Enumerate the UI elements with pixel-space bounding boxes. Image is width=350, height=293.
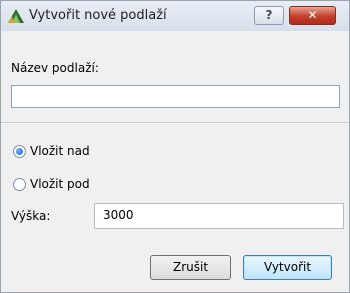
title-bar[interactable]: Vytvořit nové podlaží ? ✕ bbox=[1, 1, 349, 31]
insert-above-label[interactable]: Vložit nad bbox=[30, 144, 90, 158]
height-input[interactable]: 3000 bbox=[94, 203, 344, 229]
divider bbox=[1, 122, 349, 123]
height-label: Výška: bbox=[11, 209, 51, 223]
floor-name-label: Název podlaží: bbox=[11, 61, 99, 75]
floor-name-input[interactable] bbox=[11, 85, 340, 108]
window-title: Vytvořit nové podlaží bbox=[29, 8, 167, 23]
close-button[interactable]: ✕ bbox=[289, 6, 336, 25]
create-button[interactable]: Vytvořit bbox=[243, 255, 332, 280]
insert-below-radio[interactable] bbox=[13, 178, 26, 191]
insert-above-radio[interactable] bbox=[13, 145, 26, 158]
cancel-button[interactable]: Zrušit bbox=[150, 255, 231, 280]
dialog-window: Vytvořit nové podlaží ? ✕ Název podlaží:… bbox=[0, 0, 350, 293]
insert-below-label[interactable]: Vložit pod bbox=[30, 177, 90, 191]
archicad-app-icon bbox=[7, 8, 25, 24]
help-button[interactable]: ? bbox=[254, 6, 284, 25]
